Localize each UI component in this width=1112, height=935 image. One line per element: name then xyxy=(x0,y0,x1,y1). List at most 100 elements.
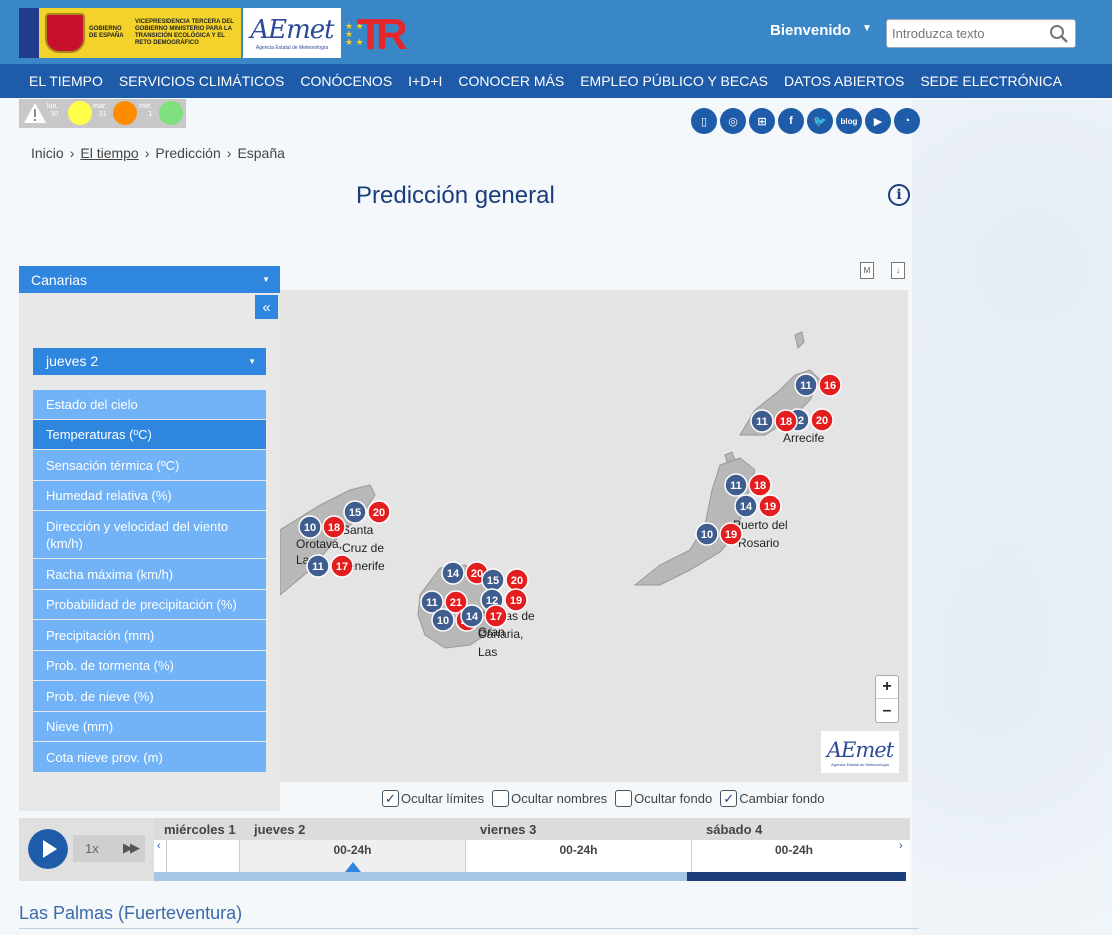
timeline-progress[interactable] xyxy=(154,872,906,881)
aemet-logo-text: AEmet xyxy=(250,15,334,45)
facebook-icon[interactable]: f xyxy=(778,108,804,134)
social-links: ▯ ◎ ⊞ f 🐦 blog ▶ ◔ xyxy=(691,108,923,134)
checkbox-ocultar-nombres[interactable]: Ocultar nombres xyxy=(492,790,607,807)
variable-precipitacion[interactable]: Precipitación (mm) xyxy=(33,620,266,651)
variable-temperaturas[interactable]: Temperaturas (ºC) xyxy=(33,420,266,450)
checkbox-checked-icon[interactable]: ✓ xyxy=(720,790,738,807)
nav-empleo[interactable]: EMPLEO PÚBLICO Y BECAS xyxy=(580,73,768,89)
rss-icon[interactable]: ◔ xyxy=(894,108,920,134)
info-icon[interactable]: i xyxy=(888,184,910,206)
fast-forward-icon[interactable]: ▶▶ xyxy=(123,840,140,856)
speed-control[interactable]: 1x ▶▶ xyxy=(73,835,145,862)
welcome-menu[interactable]: Bienvenido xyxy=(770,22,851,39)
timeline-day-viernes[interactable]: viernes 3 xyxy=(480,822,536,837)
temp-max-value: 20 xyxy=(373,507,385,519)
timeline-day-sabado[interactable]: sábado 4 xyxy=(706,822,762,837)
main-nav: EL TIEMPO SERVICIOS CLIMÁTICOS CONÓCENOS… xyxy=(0,64,1112,98)
variable-cota-nieve[interactable]: Cota nieve prov. (m) xyxy=(33,742,266,773)
breadcrumb-prediccion[interactable]: Predicción xyxy=(155,145,220,161)
caret-down-icon[interactable]: ▼ xyxy=(862,23,872,34)
breadcrumb-el-tiempo[interactable]: El tiempo xyxy=(80,145,138,161)
temp-min-value: 11 xyxy=(730,480,742,492)
twitter-icon[interactable]: 🐦 xyxy=(807,108,833,134)
map-label-cruz-de: Cruz de xyxy=(342,541,384,555)
sitemap-icon[interactable]: ⊞ xyxy=(749,108,775,134)
timeline-slot-sabado[interactable]: 00-24h xyxy=(691,840,896,872)
nav-conocer-mas[interactable]: CONOCER MÁS xyxy=(458,73,564,89)
variable-humedad[interactable]: Humedad relativa (%) xyxy=(33,481,266,511)
nav-el-tiempo[interactable]: EL TIEMPO xyxy=(29,73,103,89)
timeline-slot-viernes[interactable]: 00-24h xyxy=(465,840,691,872)
ministry-text: VICEPRESIDENCIA TERCERA DEL GOBIERNO MIN… xyxy=(135,19,234,46)
warning-dot-3[interactable] xyxy=(159,101,183,125)
variable-prob-precipitacion[interactable]: Probabilidad de precipitación (%) xyxy=(33,590,266,620)
play-button[interactable] xyxy=(28,829,68,869)
timeline: miércoles 1 jueves 2 viernes 3 sábado 4 … xyxy=(154,818,910,881)
breadcrumb-inicio[interactable]: Inicio xyxy=(31,145,64,161)
zoom-in-button[interactable]: + xyxy=(876,676,898,699)
warning-day-num: 31 xyxy=(98,111,107,118)
zoom-out-button[interactable]: – xyxy=(876,699,898,722)
variable-nieve[interactable]: Nieve (mm) xyxy=(33,712,266,742)
map-logo-text: AEmet xyxy=(826,737,894,762)
variable-prob-nieve[interactable]: Prob. de nieve (%) xyxy=(33,681,266,712)
app-icon[interactable]: ◎ xyxy=(720,108,746,134)
nav-servicios-climaticos[interactable]: SERVICIOS CLIMÁTICOS xyxy=(119,73,284,89)
checkbox-ocultar-limites[interactable]: ✓ Ocultar límites xyxy=(382,790,484,807)
temp-max-value: 21 xyxy=(450,597,462,609)
map-label-canaria: Canaria, xyxy=(478,627,523,641)
temp-min-value: 15 xyxy=(349,507,361,519)
government-logo[interactable]: GOBIERNO DE ESPAÑA VICEPRESIDENCIA TERCE… xyxy=(19,8,241,58)
blog-icon[interactable]: blog xyxy=(836,108,862,134)
breadcrumb-separator: › xyxy=(69,145,75,161)
nav-idi[interactable]: I+D+I xyxy=(408,73,442,89)
day-select[interactable]: jueves 2 ▼ xyxy=(33,348,266,375)
warning-dot-2[interactable] xyxy=(113,101,137,125)
checkbox-empty-icon[interactable] xyxy=(492,790,510,807)
search-icon[interactable] xyxy=(1049,24,1069,44)
prtr-logo[interactable]: ★ ★ ★ ★ ★ TR xyxy=(345,8,408,59)
variable-racha-maxima[interactable]: Racha máxima (km/h) xyxy=(33,559,266,590)
nav-datos-abiertos[interactable]: DATOS ABIERTOS xyxy=(784,73,904,89)
region-select[interactable]: Canarias ▼ xyxy=(19,266,280,293)
warning-dot-1[interactable] xyxy=(68,101,92,125)
collapse-panel-button[interactable]: « xyxy=(255,295,278,319)
warning-day-name: mar. xyxy=(93,103,107,110)
timeline-day-jueves[interactable]: jueves 2 xyxy=(254,822,305,837)
timeline-day-miercoles[interactable]: miércoles 1 xyxy=(164,822,236,837)
temp-min-value: 11 xyxy=(312,561,324,573)
temp-min-value: 10 xyxy=(701,529,713,541)
temp-max-value: 18 xyxy=(754,480,766,492)
checkbox-checked-icon[interactable]: ✓ xyxy=(382,790,399,807)
mobile-icon[interactable]: ▯ xyxy=(691,108,717,134)
checkbox-cambiar-fondo[interactable]: ✓ Cambiar fondo xyxy=(720,790,825,807)
variable-viento[interactable]: Dirección y velocidad del viento (km/h) xyxy=(33,511,266,559)
variable-estado-cielo[interactable]: Estado del cielo xyxy=(33,390,266,420)
youtube-icon[interactable]: ▶ xyxy=(865,108,891,134)
page-title: Predicción general xyxy=(356,182,555,209)
variable-sensacion-termica[interactable]: Sensación térmica (ºC) xyxy=(33,450,266,481)
forecast-map[interactable]: Arrecife Puerto del Rosario Santa Cruz d… xyxy=(280,290,908,782)
timeline-marker[interactable] xyxy=(345,862,361,872)
speed-value: 1x xyxy=(85,841,99,856)
warnings-widget[interactable]: lun. 30 mar. 31 mié. 1 xyxy=(19,99,186,128)
timeline-prev-icon[interactable]: ‹ xyxy=(157,840,161,852)
map-label-arrecife: Arrecife xyxy=(783,431,825,445)
background-decoration xyxy=(912,100,1112,935)
timeline-next-icon[interactable]: › xyxy=(899,840,903,852)
checkbox-empty-icon[interactable] xyxy=(615,790,633,807)
nav-sede-electronica[interactable]: SEDE ELECTRÓNICA xyxy=(920,73,1062,89)
temp-max-value: 20 xyxy=(816,415,828,427)
checkbox-label: Cambiar fondo xyxy=(739,791,825,806)
temp-min-value: 14 xyxy=(466,611,479,623)
search-input[interactable] xyxy=(887,20,1047,47)
checkbox-label: Ocultar fondo xyxy=(634,791,713,806)
tr-logo-mark: TR xyxy=(357,10,408,59)
nav-conocenos[interactable]: CONÓCENOS xyxy=(300,73,392,89)
aemet-logo[interactable]: AEmet Agencia Estatal de Meteorología xyxy=(243,8,341,58)
checkbox-ocultar-fondo[interactable]: Ocultar fondo xyxy=(615,790,712,807)
map-download-icon[interactable]: ↓ xyxy=(891,262,905,279)
map-print-icon[interactable]: M xyxy=(860,262,874,279)
variable-prob-tormenta[interactable]: Prob. de tormenta (%) xyxy=(33,651,266,681)
section-divider xyxy=(19,928,919,929)
